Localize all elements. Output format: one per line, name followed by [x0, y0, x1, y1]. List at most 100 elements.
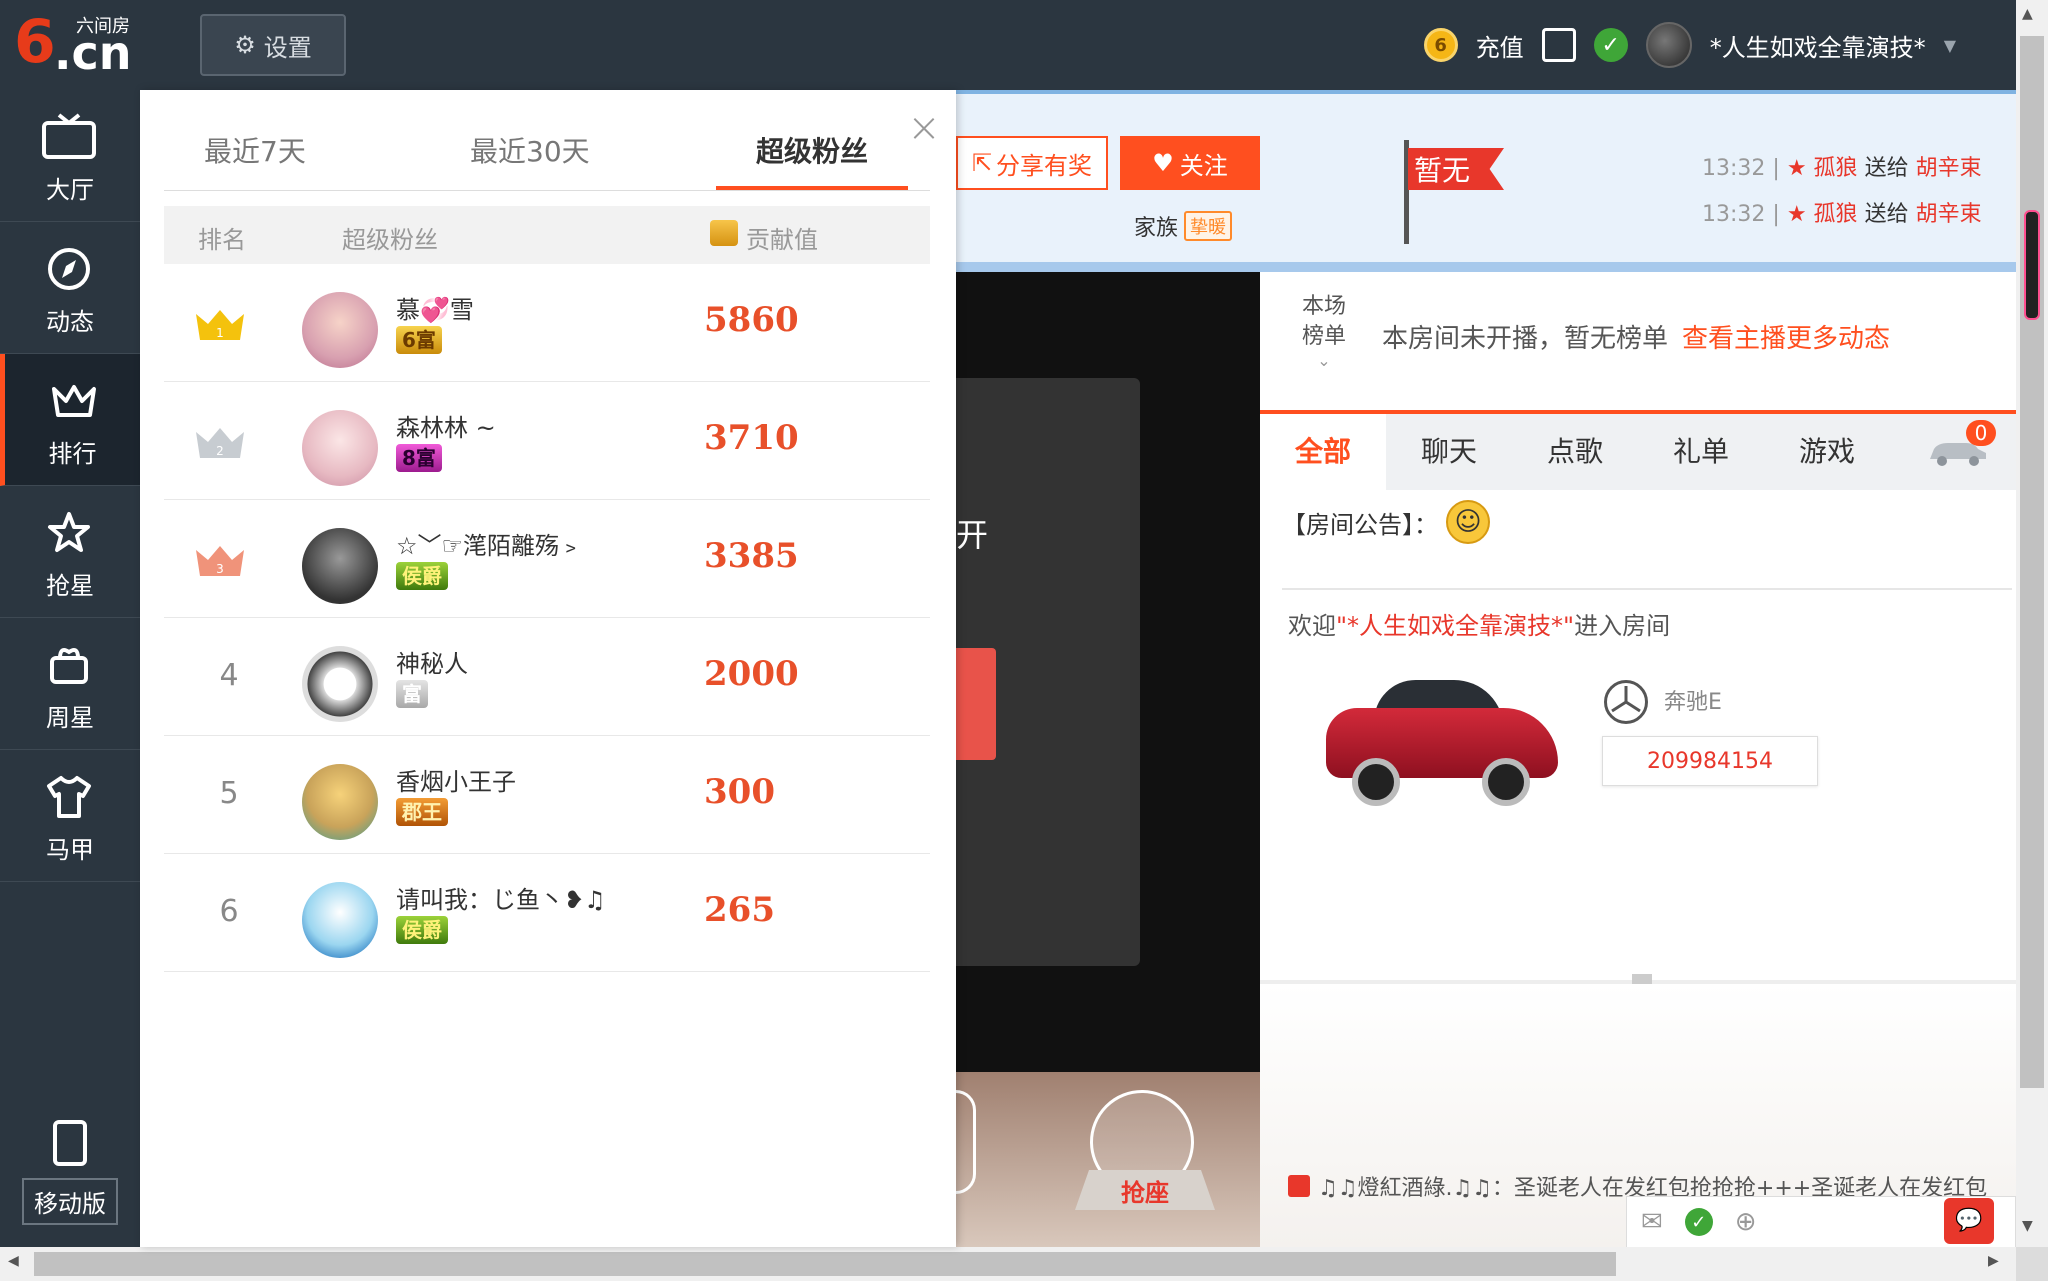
mystery-avatar-icon[interactable]	[302, 646, 378, 722]
sidebar-item-label: 大厅	[46, 176, 94, 204]
avatar[interactable]	[302, 410, 378, 486]
scroll-thumb[interactable]	[2020, 36, 2044, 1088]
rank-toggle[interactable]: 本场 榜单 ⌄	[1296, 292, 1352, 370]
star-icon	[40, 508, 98, 558]
sidebar-item-label: 抢星	[46, 572, 94, 600]
scroll-up-icon[interactable]: ▲	[2022, 6, 2033, 22]
tab-chat[interactable]: 聊天	[1386, 414, 1512, 490]
grin-emoji-icon: ☺	[1446, 500, 1490, 544]
sidebar-item-ranking[interactable]: 排行	[0, 354, 140, 486]
car-wheel	[1352, 758, 1400, 806]
fan-name[interactable]: 森林林 ~	[396, 408, 496, 443]
fan-name[interactable]: 请叫我：じ鱼丶❥♫	[396, 880, 606, 915]
fan-name[interactable]: 神秘人	[396, 644, 468, 679]
table-row[interactable]: 1 慕💞雪 6富 5860	[164, 264, 930, 382]
rank-number: 5	[219, 776, 239, 811]
chevron-down-icon[interactable]: ▼	[1944, 36, 1956, 55]
tab-all[interactable]: 全部	[1260, 414, 1386, 490]
zoom-icon[interactable]: ⊕	[1735, 1207, 1757, 1237]
crown-rank: 1	[216, 326, 224, 340]
seat-slot[interactable]	[956, 1090, 976, 1194]
scroll-right-icon[interactable]: ▶	[1988, 1253, 1999, 1269]
popup-tabs: 最近7天 最近30天 超级粉丝	[164, 130, 930, 192]
tab-last-30-days[interactable]: 最近30天	[470, 130, 610, 190]
chat-bubble-icon[interactable]: 💬	[1944, 1198, 1994, 1244]
welcome-username[interactable]: "*人生如戏全靠演技*"	[1336, 612, 1574, 640]
sidebar-item-vest[interactable]: 马甲	[0, 750, 140, 882]
settings-button[interactable]: ⚙ 设置	[200, 14, 346, 76]
table-row[interactable]: 4 神秘人 富 2000	[164, 618, 930, 736]
table-row[interactable]: 5 香烟小王子 郡王 300	[164, 736, 930, 854]
tab-gift-list[interactable]: 礼单	[1638, 414, 1764, 490]
sidebar-item-hall[interactable]: 大厅	[0, 90, 140, 222]
crown-rank: 2	[216, 444, 224, 458]
share-button[interactable]: ⇱ 分享有奖	[956, 136, 1108, 190]
gift-time: 13:32	[1702, 156, 1766, 181]
family-tag[interactable]: 挚暖	[1184, 211, 1233, 241]
gift-receiver[interactable]: 胡辛束	[1916, 202, 1982, 227]
header-fan: 超级粉丝	[342, 226, 438, 254]
horizontal-scrollbar[interactable]: ◀ ▶	[0, 1247, 2016, 1281]
settings-label: 设置	[263, 33, 312, 62]
fan-name[interactable]: 慕💞雪	[396, 290, 474, 325]
avatar[interactable]	[302, 292, 378, 368]
fan-name[interactable]: 香烟小王子	[396, 762, 516, 797]
splitter-handle[interactable]	[1632, 974, 1652, 984]
avatar[interactable]	[302, 764, 378, 840]
rank-label-line: 榜单	[1301, 324, 1346, 349]
mobile-label: 移动版	[22, 1178, 118, 1225]
gift-message: 13:32 | ★ 孤狼 送给 胡辛束	[1702, 156, 1982, 181]
sidebar-item-star[interactable]: 抢星	[0, 486, 140, 618]
tab-game[interactable]: 游戏	[1764, 414, 1890, 490]
scroll-down-icon[interactable]: ▼	[2022, 1218, 2033, 1234]
video-action-button[interactable]	[956, 648, 996, 760]
site-logo[interactable]: 6 .cn 六间房	[14, 12, 144, 78]
verified-icon[interactable]: ✓	[1684, 1208, 1713, 1236]
scroll-thumb[interactable]	[34, 1252, 1616, 1276]
welcome-prefix: 欢迎	[1288, 612, 1336, 640]
sidebar-item-label: 周星	[46, 704, 94, 732]
table-row[interactable]: 3 ☆﹀☞滗陌離殇﹥ 侯爵 3385	[164, 500, 930, 618]
level-badge: 侯爵	[396, 562, 448, 590]
left-sidebar: 大厅 动态 排行 抢星 周星 马甲 移动版	[0, 90, 140, 1247]
vertical-scrollbar[interactable]: ▲ ▼	[2016, 0, 2048, 1247]
flag-badge: 暂无	[1408, 148, 1504, 190]
verified-icon[interactable]: ✓	[1593, 28, 1628, 62]
rank-message-text: 本房间未开播，暂无榜单	[1382, 324, 1669, 354]
tab-super-fans[interactable]: 超级粉丝	[716, 130, 908, 190]
car-image	[1326, 672, 1558, 812]
rank-message: 本房间未开播，暂无榜单 查看主播更多动态	[1382, 318, 1890, 355]
follow-button[interactable]: ♥ 关注	[1120, 136, 1260, 190]
sidebar-item-feed[interactable]: 动态	[0, 222, 140, 354]
tab-last-7-days[interactable]: 最近7天	[204, 130, 324, 190]
edit-icon[interactable]	[1541, 28, 1576, 62]
gift-sender[interactable]: 孤狼	[1814, 202, 1858, 227]
sidebar-item-weekly-star[interactable]: 周星	[0, 618, 140, 750]
grab-seat-button[interactable]: 抢座	[1075, 1170, 1215, 1210]
tab-song[interactable]: 点歌	[1512, 414, 1638, 490]
sidebar-item-label: 动态	[46, 308, 94, 336]
gift-sender[interactable]: 孤狼	[1814, 156, 1858, 181]
share-icon: ⇱	[971, 149, 993, 177]
username[interactable]: *人生如戏全靠演技*	[1710, 28, 1926, 63]
table-row[interactable]: 6 请叫我：じ鱼丶❥♫ 侯爵 265	[164, 854, 930, 972]
welcome-suffix: 进入房间	[1574, 612, 1671, 640]
contribution-score: 3385	[704, 536, 799, 576]
family-label: 家族	[1134, 216, 1179, 241]
side-floating-tab[interactable]	[2024, 210, 2040, 320]
scroll-left-icon[interactable]: ◀	[8, 1253, 19, 1269]
contribution-score: 3710	[704, 418, 799, 458]
table-row[interactable]: 2 森林林 ~ 8富 3710	[164, 382, 930, 500]
rank-number: 6	[219, 894, 239, 929]
more-activity-link[interactable]: 查看主播更多动态	[1682, 324, 1890, 354]
avatar[interactable]	[302, 528, 378, 604]
fan-name[interactable]: ☆﹀☞滗陌離殇﹥	[396, 526, 583, 561]
sidebar-item-label: 排行	[48, 440, 97, 468]
mail-icon[interactable]: ✉	[1641, 1207, 1663, 1237]
mobile-version-link[interactable]: 移动版	[22, 1110, 118, 1250]
share-label: 分享有奖	[996, 151, 1093, 180]
avatar[interactable]	[302, 882, 378, 958]
recharge-link[interactable]: 充值	[1476, 28, 1524, 63]
user-avatar[interactable]	[1645, 22, 1692, 68]
gift-receiver[interactable]: 胡辛束	[1916, 156, 1982, 181]
